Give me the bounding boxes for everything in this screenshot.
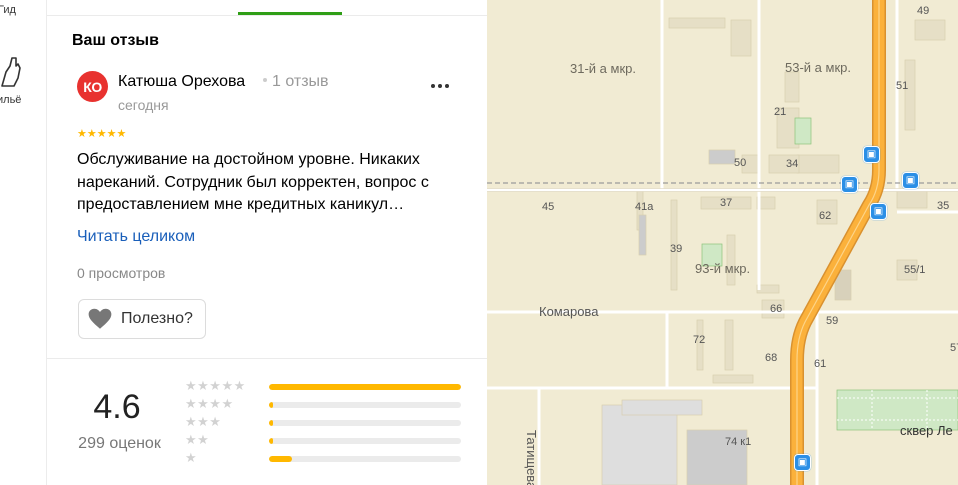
district-label: 93-й мкр.: [695, 261, 751, 276]
rating-bar: [269, 420, 461, 426]
left-nav: Гид ильё: [0, 0, 47, 485]
star-icon: ★: [185, 450, 198, 465]
review-author[interactable]: Катюша Орехова: [118, 73, 245, 91]
bus-stop-icon[interactable]: ▣: [794, 454, 811, 471]
house-number: 51: [896, 80, 909, 92]
rating-count: 299 оценок: [78, 435, 161, 452]
useful-button[interactable]: Полезно?: [78, 299, 206, 339]
district-label: 31-й а мкр.: [570, 61, 636, 76]
house-number: 39: [670, 243, 683, 255]
rating-bar-fill: [269, 384, 461, 390]
hand-icon[interactable]: [0, 52, 30, 92]
review-date: сегодня: [118, 97, 169, 113]
rating-bar-fill: [269, 402, 273, 408]
street-label: Комарова: [539, 304, 599, 319]
star-icon: ★★★★★: [77, 128, 127, 140]
house-number: 37: [720, 197, 733, 209]
bus-stop-icon[interactable]: ▣: [870, 203, 887, 220]
star-icon: ★★★: [185, 414, 222, 429]
rating-bar-fill: [269, 456, 293, 462]
nav-item-housing[interactable]: ильё: [0, 94, 21, 106]
house-number: 72: [693, 334, 706, 346]
bus-stop-icon[interactable]: ▣: [841, 176, 858, 193]
house-number: 34: [786, 158, 799, 170]
separator-dot: [263, 78, 267, 82]
dot-icon: [431, 84, 435, 88]
section-title: Ваш отзыв: [72, 32, 159, 49]
section-divider: [47, 358, 487, 359]
review-stars: ★★★★★: [77, 129, 126, 140]
rating-bar: [269, 402, 461, 408]
house-number: 66: [770, 303, 783, 315]
rating-score: 4.6: [93, 388, 141, 426]
house-number: 68: [765, 352, 778, 364]
house-number: 61: [814, 358, 827, 370]
house-number: 55/1: [904, 264, 926, 276]
author-meta: 1 отзыв: [261, 73, 329, 91]
house-number: 35: [937, 200, 950, 212]
rating-bar-fill: [269, 420, 273, 426]
rating-bar-fill: [269, 438, 273, 444]
rating-bar: [269, 438, 461, 444]
house-number: 21: [774, 106, 787, 118]
house-number: 49: [917, 5, 930, 17]
star-icon: ★★: [185, 432, 210, 447]
nav-item-guide[interactable]: Гид: [0, 4, 16, 16]
more-options-button[interactable]: [431, 80, 453, 92]
author-review-count: 1 отзыв: [272, 73, 329, 90]
house-number: 50: [734, 157, 747, 169]
heart-icon: [88, 308, 112, 329]
read-more-link[interactable]: Читать целиком: [77, 228, 195, 246]
map[interactable]: 31-й а мкр. 53-й а мкр. 93-й мкр. Комаро…: [487, 0, 958, 485]
tab-divider: [47, 15, 487, 16]
house-number: 45: [542, 201, 555, 213]
star-icon: ★★★★: [185, 396, 234, 411]
bus-stop-icon[interactable]: ▣: [863, 146, 880, 163]
rating-bar: [269, 456, 461, 462]
review-text: Обслуживание на достойном уровне. Никаки…: [77, 151, 429, 213]
views-count: 0 просмотров: [77, 265, 166, 281]
reviews-panel: Ваш отзыв КО Катюша Орехова 1 отзыв сего…: [47, 0, 487, 485]
rating-bar: [269, 384, 461, 390]
house-number: 74 к1: [725, 436, 752, 448]
bus-stop-icon[interactable]: ▣: [902, 172, 919, 189]
dot-icon: [445, 84, 449, 88]
star-icon: ★★★★★: [185, 378, 246, 393]
district-label: 53-й а мкр.: [785, 60, 851, 75]
avatar[interactable]: КО: [77, 71, 108, 102]
house-number: 59: [826, 315, 839, 327]
street-label: сквер Ле: [900, 423, 953, 438]
street-label: Татищева: [524, 430, 539, 485]
useful-label: Полезно?: [121, 310, 193, 327]
house-number: 62: [819, 210, 832, 222]
map-canvas[interactable]: [487, 0, 958, 485]
house-number: 41а: [635, 201, 654, 213]
dot-icon: [438, 84, 442, 88]
house-number: 57: [950, 342, 958, 354]
